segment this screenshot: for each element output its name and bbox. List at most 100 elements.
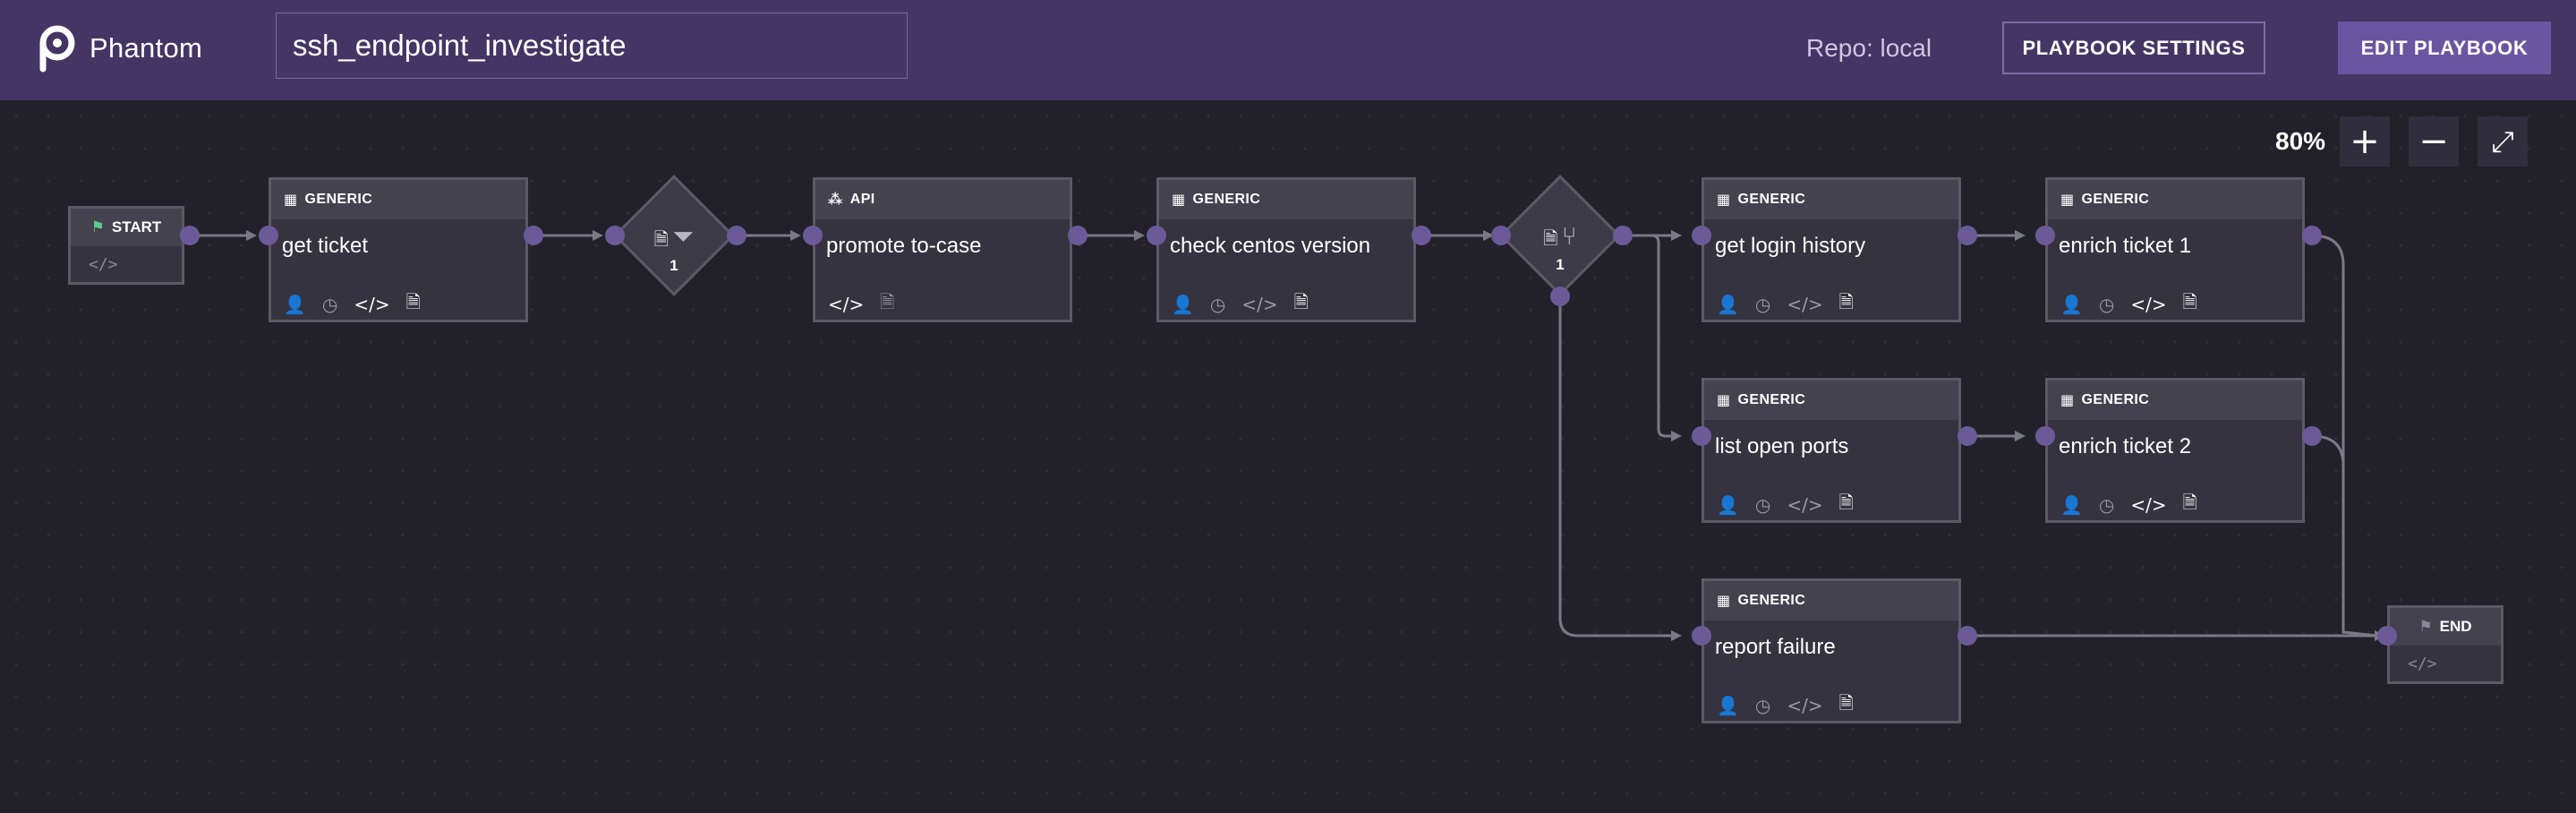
block-name: enrich ticket 2 <box>2059 434 2192 458</box>
clock-icon[interactable]: ◷ <box>2099 494 2114 516</box>
grid-icon: ▦ <box>2060 393 2075 408</box>
block-type: GENERIC <box>304 192 373 207</box>
code-icon[interactable]: </> <box>1787 494 1822 516</box>
block-report-failure[interactable]: ▦ GENERIC report failure 👤 ◷ </> 🗎 <box>1702 578 1961 723</box>
start-node[interactable]: ⚑ START </> <box>68 206 184 285</box>
report-failure-input-port[interactable] <box>1692 626 1711 646</box>
api-icon: ⁂ <box>828 193 843 208</box>
user-approval-icon[interactable]: 👤 <box>2060 294 2083 315</box>
decision-input-port[interactable] <box>1491 226 1511 245</box>
clock-icon[interactable]: ◷ <box>1755 494 1770 516</box>
block-name: list open ports <box>1715 434 1849 458</box>
zoom-in-button[interactable]: + <box>2340 116 2390 167</box>
promote-to-case-output-port[interactable] <box>1068 226 1088 245</box>
clock-icon[interactable]: ◷ <box>1755 294 1770 315</box>
block-check-centos-version[interactable]: ▦ GENERIC check centos version 👤 ◷ </> 🗎 <box>1156 177 1416 322</box>
document-icon[interactable]: 🗎 <box>2183 490 2197 520</box>
start-label: START <box>111 218 162 235</box>
user-approval-icon[interactable]: 👤 <box>1717 695 1739 716</box>
end-label: END <box>2439 618 2472 635</box>
end-node[interactable]: ⚑ END </> <box>2387 605 2503 684</box>
list-open-ports-input-port[interactable] <box>1692 426 1711 446</box>
grid-icon: ▦ <box>1172 193 1186 208</box>
code-icon[interactable]: </> <box>89 255 118 274</box>
promote-to-case-input-port[interactable] <box>803 226 823 245</box>
user-approval-icon[interactable]: 👤 <box>1717 494 1739 516</box>
filter-input-port[interactable] <box>605 226 625 245</box>
enrich-ticket-1-output-port[interactable] <box>2302 226 2322 245</box>
code-icon[interactable]: </> <box>2408 655 2437 673</box>
grid-icon: ▦ <box>1717 193 1731 208</box>
decision-count: 1 <box>1556 256 1565 273</box>
enrich-ticket-2-output-port[interactable] <box>2302 426 2322 446</box>
grid-icon: ▦ <box>284 193 298 208</box>
block-promote-to-case[interactable]: ⁂ API promote to-case </> 🗎 <box>813 177 1072 322</box>
document-icon[interactable]: 🗎 <box>880 289 894 320</box>
start-output-port[interactable] <box>180 226 200 245</box>
branch-icon: ⑂ <box>1561 222 1577 250</box>
block-enrich-ticket-2[interactable]: ▦ GENERIC enrich ticket 2 👤 ◷ </> 🗎 <box>2045 378 2305 523</box>
code-icon[interactable]: </> <box>2130 294 2166 315</box>
document-icon[interactable]: 🗎 <box>1839 289 1854 320</box>
code-icon[interactable]: </> <box>2130 494 2166 516</box>
user-approval-icon[interactable]: 👤 <box>2060 494 2083 516</box>
code-icon[interactable]: </> <box>1241 294 1277 315</box>
get-ticket-input-port[interactable] <box>259 226 278 245</box>
block-name: report failure <box>1715 635 1836 659</box>
document-icon[interactable]: 🗎 <box>1294 289 1309 320</box>
code-icon[interactable]: </> <box>828 294 864 315</box>
block-list-open-ports[interactable]: ▦ GENERIC list open ports 👤 ◷ </> 🗎 <box>1702 378 1961 523</box>
block-get-login-history[interactable]: ▦ GENERIC get login history 👤 ◷ </> 🗎 <box>1702 177 1961 322</box>
clock-icon[interactable]: ◷ <box>1755 695 1770 716</box>
code-icon[interactable]: </> <box>1787 294 1822 315</box>
block-enrich-ticket-1[interactable]: ▦ GENERIC enrich ticket 1 👤 ◷ </> 🗎 <box>2045 177 2305 322</box>
block-name: enrich ticket 1 <box>2059 234 2192 258</box>
code-icon[interactable]: </> <box>1787 695 1822 716</box>
decision-node-content: 🗎 ⑂ 1 <box>1502 222 1618 274</box>
block-name: check centos version <box>1170 234 1371 258</box>
clock-icon[interactable]: ◷ <box>322 294 337 315</box>
flag-icon: ⚑ <box>2418 618 2433 635</box>
get-login-history-output-port[interactable] <box>1958 226 1977 245</box>
list-open-ports-output-port[interactable] <box>1958 426 1977 446</box>
filter-node-content: 🗎 ⏷ 1 <box>616 222 732 275</box>
get-login-history-input-port[interactable] <box>1692 226 1711 245</box>
end-input-port[interactable] <box>2377 626 2397 646</box>
block-type: GENERIC <box>2081 392 2150 407</box>
enrich-ticket-2-input-port[interactable] <box>2035 426 2055 446</box>
fit-to-screen-button[interactable]: ⤢ <box>2478 116 2528 167</box>
zoom-out-button[interactable]: − <box>2409 116 2459 167</box>
zoom-level: 80% <box>2275 127 2326 155</box>
decision-else-port[interactable] <box>1550 287 1570 306</box>
user-approval-icon[interactable]: 👤 <box>284 294 306 315</box>
user-approval-icon[interactable]: 👤 <box>1717 294 1739 315</box>
report-failure-output-port[interactable] <box>1958 626 1977 646</box>
block-type: GENERIC <box>1737 192 1806 207</box>
document-icon: 🗎 <box>1543 229 1558 249</box>
get-ticket-output-port[interactable] <box>524 226 543 245</box>
clock-icon[interactable]: ◷ <box>1210 294 1225 315</box>
block-type: GENERIC <box>2081 192 2150 207</box>
decision-output-port[interactable] <box>1613 226 1633 245</box>
block-name: get ticket <box>282 234 369 258</box>
user-approval-icon[interactable]: 👤 <box>1172 294 1194 315</box>
block-type: GENERIC <box>1192 192 1261 207</box>
enrich-ticket-1-input-port[interactable] <box>2035 226 2055 245</box>
code-icon[interactable]: </> <box>354 294 389 315</box>
block-type: API <box>849 192 875 207</box>
document-icon: 🗎 <box>653 230 669 250</box>
document-icon[interactable]: 🗎 <box>406 289 421 320</box>
clock-icon[interactable]: ◷ <box>2099 294 2114 315</box>
check-centos-version-input-port[interactable] <box>1147 226 1166 245</box>
filter-count: 1 <box>670 257 678 274</box>
filter-output-port[interactable] <box>727 226 746 245</box>
grid-icon: ▦ <box>2060 193 2075 208</box>
block-name: promote to-case <box>826 234 982 258</box>
check-centos-version-output-port[interactable] <box>1412 226 1431 245</box>
grid-icon: ▦ <box>1717 594 1731 609</box>
document-icon[interactable]: 🗎 <box>1839 490 1854 520</box>
flag-icon: ⚑ <box>90 218 105 235</box>
document-icon[interactable]: 🗎 <box>2183 289 2197 320</box>
block-get-ticket[interactable]: ▦ GENERIC get ticket 👤 ◷ </> 🗎 <box>269 177 528 322</box>
document-icon[interactable]: 🗎 <box>1839 690 1854 721</box>
